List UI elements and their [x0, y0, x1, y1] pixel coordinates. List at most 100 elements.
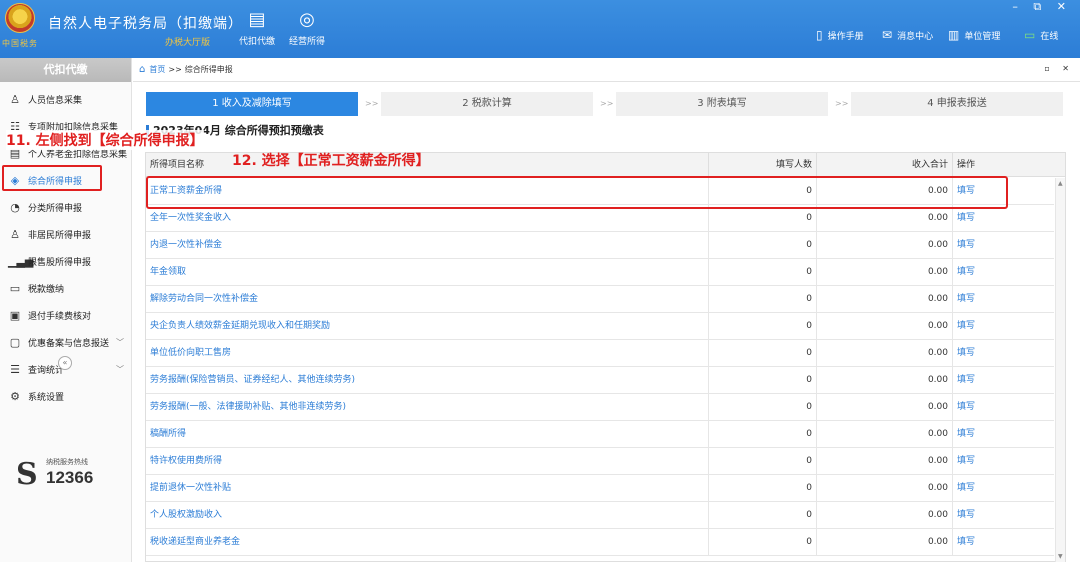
nav-withholding-label: 代扣代缴 — [238, 37, 275, 47]
income-item-link[interactable]: 劳务报酬(保险营销员、证券经纪人、其他连续劳务) — [150, 367, 710, 394]
table-row: 劳务报酬(保险营销员、证券经纪人、其他连续劳务) 0 0.00 填写 — [146, 367, 1054, 394]
breadcrumb: ⌂ 首页 >> 综合所得申报 ▫ ✕ — [133, 58, 1080, 82]
app-subtitle: 办税大厅版 — [165, 38, 211, 48]
income-item-link[interactable]: 内退一次性补偿金 — [150, 232, 710, 259]
fill-in-link[interactable]: 填写 — [952, 340, 1052, 367]
table-row: 年金领取 0 0.00 填写 — [146, 259, 1054, 286]
sidebar-item-label: 系统设置 — [28, 392, 65, 403]
unit-management-link[interactable]: ▥ 单位管理 — [948, 28, 1000, 42]
sidebar-item-label: 非居民所得申报 — [28, 230, 92, 241]
unit-management-label: 单位管理 — [964, 31, 1001, 42]
pie-chart-icon: ◔ — [10, 200, 20, 214]
fill-in-link[interactable]: 填写 — [952, 205, 1052, 232]
count-cell: 0 — [708, 448, 816, 475]
chevron-down-icon: ﹀ — [116, 337, 124, 347]
fill-in-link[interactable]: 填写 — [952, 529, 1052, 556]
gear-icon: ⚙ — [10, 389, 20, 403]
clipboard-icon: ▢ — [9, 335, 21, 349]
fill-in-link[interactable]: 填写 — [952, 421, 1052, 448]
count-cell: 0 — [708, 286, 816, 313]
total-cell: 0.00 — [816, 475, 952, 502]
table-row: 税收递延型商业养老金 0 0.00 填写 — [146, 529, 1054, 556]
online-status-label: 在线 — [1040, 31, 1059, 42]
emblem-text: 中国税务 — [2, 39, 38, 48]
app-header: 中国税务 自然人电子税务局（扣缴端） 办税大厅版 ▤ 代扣代缴 ◎ 经营所得 ▯… — [0, 0, 1080, 58]
income-item-link[interactable]: 特许权使用费所得 — [150, 448, 710, 475]
online-status-link[interactable]: ▭ 在线 — [1024, 28, 1058, 42]
income-item-link[interactable]: 税收递延型商业养老金 — [150, 529, 710, 556]
callout-step-11: 11. 左侧找到【综合所得申报】 — [6, 130, 204, 150]
manual-link[interactable]: ▯ 操作手册 — [816, 28, 864, 42]
window-controls[interactable]: – ⧉ ✕ — [1012, 0, 1072, 14]
income-item-link[interactable]: 央企负责人绩效薪金延期兑现收入和任期奖励 — [150, 313, 710, 340]
monitor-icon: ▭ — [1024, 28, 1036, 42]
tab-controls[interactable]: ▫ ✕ — [1044, 64, 1074, 73]
breadcrumb-current: 综合所得申报 — [184, 65, 233, 74]
step-attachment-entry[interactable]: 3 附表填写 — [616, 92, 828, 116]
header-total: 收入合计 — [816, 153, 952, 177]
breadcrumb-home[interactable]: 首页 — [149, 64, 165, 75]
total-cell: 0.00 — [816, 448, 952, 475]
tax-emblem-icon — [5, 3, 35, 33]
header-operation: 操作 — [952, 153, 1052, 177]
table-scrollbar[interactable]: ▲ ▼ — [1055, 178, 1065, 562]
table-row: 特许权使用费所得 0 0.00 填写 — [146, 448, 1054, 475]
sidebar-item-nonresident-income[interactable]: ♙ 非居民所得申报 — [0, 223, 132, 245]
fill-in-link[interactable]: 填写 — [952, 502, 1052, 529]
total-cell: 0.00 — [816, 367, 952, 394]
income-item-link[interactable]: 解除劳动合同一次性补偿金 — [150, 286, 710, 313]
income-item-link[interactable]: 单位低价向职工售房 — [150, 340, 710, 367]
app-title: 自然人电子税务局（扣缴端） — [48, 16, 243, 32]
sidebar-item-fee-refund-check[interactable]: ▣ 退付手续费核对 — [0, 304, 132, 326]
step-separator: >> — [835, 99, 849, 108]
income-item-link[interactable]: 稿酬所得 — [150, 421, 710, 448]
step-income-entry[interactable]: 1 收入及减除填写 — [146, 92, 358, 116]
fill-in-link[interactable]: 填写 — [952, 259, 1052, 286]
income-item-link[interactable]: 个人股权激励收入 — [150, 502, 710, 529]
person-outline-icon: ♙ — [10, 227, 20, 241]
fill-in-link[interactable]: 填写 — [952, 286, 1052, 313]
fill-in-link[interactable]: 填写 — [952, 475, 1052, 502]
nav-withholding[interactable]: ▤ 代扣代缴 — [233, 10, 281, 48]
bar-chart-icon: ▁▃▅ — [8, 254, 34, 268]
sidebar-item-label: 人员信息采集 — [28, 95, 83, 106]
income-item-link[interactable]: 提前退休一次性补贴 — [150, 475, 710, 502]
total-cell: 0.00 — [816, 313, 952, 340]
fill-in-link[interactable]: 填写 — [952, 313, 1052, 340]
fill-in-link[interactable]: 填写 — [952, 367, 1052, 394]
count-cell: 0 — [708, 340, 816, 367]
step-tax-calculation[interactable]: 2 税款计算 — [381, 92, 593, 116]
sidebar-item-preferential-filing[interactable]: ▢ 优惠备案与信息报送 ﹀ — [0, 331, 132, 353]
table-row: 劳务报酬(一般、法律援助补贴、其他非连续劳务) 0 0.00 填写 — [146, 394, 1054, 421]
message-center-link[interactable]: ✉ 消息中心 — [882, 28, 933, 42]
sidebar-item-classified-income[interactable]: ◔ 分类所得申报 — [0, 196, 132, 218]
count-cell: 0 — [708, 205, 816, 232]
person-icon: ♙ — [10, 92, 20, 106]
step-submit-report[interactable]: 4 申报表报送 — [851, 92, 1063, 116]
sidebar-item-restricted-stock[interactable]: ▁▃▅ 限售股所得申报 — [0, 250, 132, 272]
scroll-down-icon[interactable]: ▼ — [1058, 553, 1063, 560]
sidebar-collapse-button[interactable]: « — [58, 356, 72, 370]
fill-in-link[interactable]: 填写 — [952, 448, 1052, 475]
scroll-up-icon[interactable]: ▲ — [1058, 180, 1063, 187]
step-separator: >> — [600, 99, 614, 108]
fill-in-link[interactable]: 填写 — [952, 232, 1052, 259]
sidebar-title: 代扣代缴 — [0, 58, 131, 82]
nav-business-income[interactable]: ◎ 经营所得 — [283, 10, 331, 48]
count-cell: 0 — [708, 313, 816, 340]
total-cell: 0.00 — [816, 394, 952, 421]
income-item-link[interactable]: 全年一次性奖金收入 — [150, 205, 710, 232]
header-item-name: 所得项目名称 — [150, 160, 205, 170]
fill-in-link[interactable]: 填写 — [952, 394, 1052, 421]
total-cell: 0.00 — [816, 259, 952, 286]
income-item-link[interactable]: 年金领取 — [150, 259, 710, 286]
header-count: 填写人数 — [708, 153, 816, 177]
total-cell: 0.00 — [816, 286, 952, 313]
sidebar-item-tax-payment[interactable]: ▭ 税款缴纳 — [0, 277, 132, 299]
sidebar-item-system-settings[interactable]: ⚙ 系统设置 — [0, 385, 132, 407]
sidebar-item-person-info[interactable]: ♙ 人员信息采集 — [0, 88, 132, 110]
sidebar-item-label: 退付手续费核对 — [28, 311, 92, 322]
count-cell: 0 — [708, 232, 816, 259]
income-item-link[interactable]: 劳务报酬(一般、法律援助补贴、其他非连续劳务) — [150, 394, 710, 421]
home-icon: ⌂ — [139, 64, 146, 75]
